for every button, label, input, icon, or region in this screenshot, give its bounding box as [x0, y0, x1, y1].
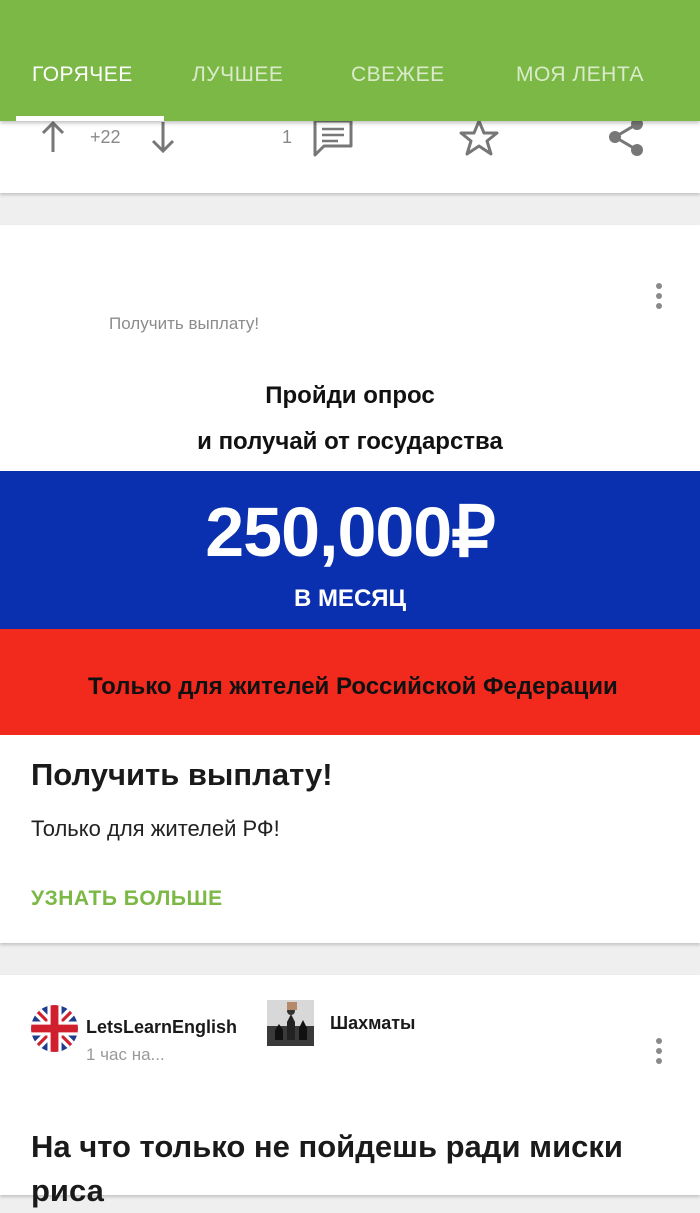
community-image[interactable]	[267, 1000, 314, 1046]
tab-hot[interactable]: ГОРЯЧЕЕ	[32, 63, 133, 87]
more-vertical-icon[interactable]	[655, 1038, 663, 1068]
community-name[interactable]: Шахматы	[330, 1013, 415, 1034]
comment-icon[interactable]	[312, 118, 354, 158]
rating-count: +22	[90, 127, 121, 147]
banner-line-1: Пройди опрос	[265, 382, 435, 409]
arrow-down-icon[interactable]	[150, 120, 176, 154]
share-icon[interactable]	[606, 116, 646, 158]
ad-description: Только для жителей РФ!	[31, 816, 280, 841]
banner-line-2: и получай от государства	[197, 428, 503, 455]
tab-best[interactable]: ЛУЧШЕЕ	[192, 63, 283, 87]
ad-card[interactable]: Получить выплату! Пройди опрос и получай…	[0, 225, 700, 943]
top-nav-bar: ГОРЯЧЕЕ ЛУЧШЕЕ СВЕЖЕЕ МОЯ ЛЕНТА	[0, 0, 700, 121]
banner-note: Только для жителей Российской Федерации	[88, 673, 618, 700]
banner-amount: 250,000₽	[205, 493, 496, 571]
post-author[interactable]: LetsLearnEnglish	[86, 1017, 237, 1038]
banner-red-stripe: Только для жителей Российской Федерации	[0, 629, 700, 735]
tab-my-feed[interactable]: МОЯ ЛЕНТА	[516, 63, 644, 87]
active-tab-indicator	[16, 116, 164, 121]
ad-banner-image[interactable]: Пройди опрос и получай от государства 25…	[0, 370, 700, 735]
avatar[interactable]	[31, 1005, 78, 1052]
arrow-up-icon[interactable]	[40, 120, 66, 154]
banner-period: В МЕСЯЦ	[293, 585, 407, 612]
more-vertical-icon[interactable]	[655, 283, 663, 313]
ad-title: Получить выплату!	[31, 757, 333, 792]
post-card: LetsLearnEnglish 1 час на... Шахматы На …	[0, 975, 700, 1208]
post-time: 1 час на...	[86, 1045, 165, 1064]
ad-source-label: Получить выплату!	[109, 314, 260, 333]
banner-blue-stripe: 250,000₽ В МЕСЯЦ	[0, 471, 700, 629]
comments-count: 1	[282, 127, 293, 147]
post-title[interactable]: На что только не пойдешь ради миски риса	[31, 1125, 671, 1213]
star-icon[interactable]	[458, 118, 500, 158]
learn-more-button[interactable]: УЗНАТЬ БОЛЬШЕ	[31, 887, 223, 911]
tab-fresh[interactable]: СВЕЖЕЕ	[351, 63, 445, 87]
